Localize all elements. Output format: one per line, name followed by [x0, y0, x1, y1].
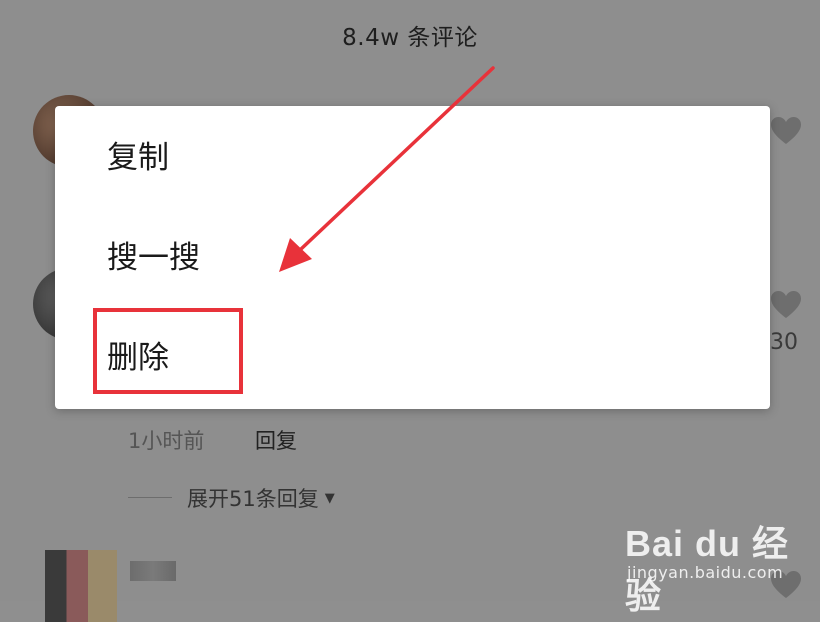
comment-timestamp: 1小时前	[128, 429, 205, 453]
watermark: Bai du 经验 jingyan.baidu.com	[625, 515, 815, 616]
like-count: 30	[770, 330, 798, 355]
expand-divider	[128, 497, 172, 498]
reply-button[interactable]: 回复	[255, 425, 297, 455]
menu-item-search[interactable]: 搜一搜	[107, 243, 200, 274]
avatar[interactable]	[45, 550, 117, 622]
username-blurred	[130, 561, 176, 581]
annotation-highlight-box	[93, 308, 243, 394]
comment-count-title: 8.4w 条评论	[342, 25, 478, 51]
expand-replies-label: 展开51条回复	[187, 487, 319, 511]
heart-icon[interactable]	[770, 116, 802, 146]
watermark-url: jingyan.baidu.com	[627, 563, 784, 582]
heart-icon[interactable]	[770, 290, 802, 320]
comment-screen: 8.4w 条评论 30 1小时前 回复 展开51条回复 ▼ 复制 搜一搜 删除 B…	[0, 0, 820, 622]
caret-down-icon: ▼	[324, 490, 335, 506]
menu-item-copy[interactable]: 复制	[107, 143, 169, 174]
expand-replies-button[interactable]: 展开51条回复 ▼	[187, 483, 335, 513]
